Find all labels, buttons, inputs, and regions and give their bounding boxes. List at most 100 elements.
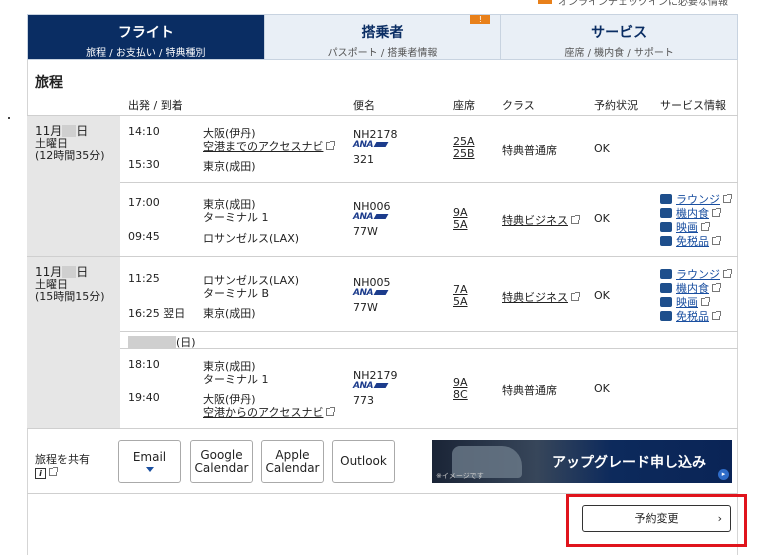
info-icon[interactable]: i: [35, 468, 46, 479]
dep-terminal: ターミナル B: [203, 287, 270, 300]
tab-service-sub: 座席 / 機内食 / サポート: [564, 48, 674, 59]
change-reservation-button[interactable]: 予約変更 ›: [582, 505, 731, 532]
external-link-icon: [571, 292, 580, 301]
google-label-1: Google: [200, 447, 243, 462]
dutyfree-icon: [660, 236, 672, 246]
dep-terminal: ターミナル 1: [203, 373, 269, 386]
dep-terminal: ターミナル 1: [203, 211, 269, 224]
arr-time: 16:25 翌日: [128, 307, 186, 320]
arr-time: 19:40: [128, 391, 160, 404]
dep-time: 11:25: [128, 272, 160, 285]
divider: [27, 256, 738, 257]
seat-link[interactable]: 5A: [453, 218, 468, 231]
booking-status: OK: [594, 289, 610, 302]
section-title: 旅程: [35, 75, 63, 91]
col-service: サービス情報: [660, 99, 726, 112]
tab-flight-title: フライト: [117, 25, 174, 41]
note-tag-icon: [538, 0, 552, 4]
col-flight: 便名: [353, 99, 375, 112]
col-class: クラス: [502, 99, 535, 112]
external-link-icon: [701, 297, 710, 306]
fare-class-text: 特典ビジネス: [502, 214, 568, 227]
dropdown-arrow-icon: [145, 467, 154, 472]
share-label: 旅程を共有: [35, 453, 90, 466]
ana-logo-icon: ANA: [353, 288, 389, 298]
seat-link[interactable]: 25B: [453, 147, 475, 160]
service-dutyfree-text: 免税品: [676, 310, 709, 323]
tab-passenger-sub: パスポート / 搭乗者情報: [327, 48, 438, 59]
ana-logo-icon: ANA: [353, 212, 389, 222]
google-label-2: Calendar: [194, 460, 249, 475]
seat-link[interactable]: 8C: [453, 388, 468, 401]
movie-icon: [660, 222, 672, 232]
arr-place: ロサンゼルス(LAX): [203, 232, 300, 245]
tab-service-title: サービス: [591, 25, 648, 41]
divider: [27, 115, 738, 116]
fare-class: 特典普通席: [502, 384, 557, 397]
divider: [120, 331, 738, 332]
external-link-icon: [326, 407, 336, 416]
redacted-date: [62, 266, 77, 278]
booking-status: OK: [594, 382, 610, 395]
divider: [27, 428, 738, 429]
upgrade-banner[interactable]: アップグレード申し込み ※イメージです ▸: [432, 440, 732, 483]
booking-status: OK: [594, 142, 610, 155]
airline-name: ANA: [353, 381, 373, 391]
alert-flag-icon: !: [470, 15, 491, 24]
redacted-date: [62, 125, 77, 137]
apple-label-1: Apple: [275, 447, 310, 462]
col-depart-arrive: 出発 / 到着: [128, 99, 183, 112]
day-1-suffix: 日: [76, 124, 89, 138]
aircraft: 77W: [353, 225, 378, 238]
chevron-right-icon: ›: [717, 512, 722, 525]
external-link-icon: [723, 194, 732, 203]
service-dutyfree-link[interactable]: 免税品: [660, 308, 721, 324]
tab-passenger-title: 搭乗者: [361, 25, 404, 41]
arr-place: 東京(成田): [203, 307, 256, 320]
main-tabs: フライト 旅程 / お支払い / 特典種別 ! 搭乗者 パスポート / 搭乗者情…: [27, 14, 738, 60]
meal-icon: [660, 208, 672, 218]
access-navi-link[interactable]: 空港までのアクセスナビ: [203, 138, 336, 154]
service-dutyfree-text: 免税品: [676, 235, 709, 248]
dep-time: 17:00: [128, 196, 160, 209]
tab-flight-sub: 旅程 / お支払い / 特典種別: [86, 48, 206, 59]
arr-time: 15:30: [128, 158, 160, 171]
divider: [120, 182, 738, 183]
airline-name: ANA: [353, 288, 373, 298]
tab-passenger[interactable]: ! 搭乗者 パスポート / 搭乗者情報: [264, 15, 502, 59]
online-checkin-note[interactable]: オンラインチェックインに必要な情報: [538, 0, 728, 8]
outlook-button[interactable]: Outlook: [332, 440, 395, 483]
lounge-icon: [660, 269, 672, 279]
day-2-month: 11月: [35, 265, 63, 279]
day-1-month: 11月: [35, 124, 63, 138]
external-link-icon: [49, 467, 58, 476]
fare-class-link[interactable]: 特典ビジネス: [502, 289, 580, 305]
booking-status: OK: [594, 212, 610, 225]
apple-label-2: Calendar: [265, 460, 320, 475]
aircraft: 77W: [353, 301, 378, 314]
arr-time: 09:45: [128, 230, 160, 243]
access-navi-link[interactable]: 空港からのアクセスナビ: [203, 404, 336, 420]
google-calendar-button[interactable]: Google Calendar: [190, 440, 253, 483]
tab-service[interactable]: サービス 座席 / 機内食 / サポート: [501, 15, 738, 59]
apple-calendar-button[interactable]: Apple Calendar: [261, 440, 324, 483]
online-checkin-note-text: オンラインチェックインに必要な情報: [558, 0, 728, 8]
day-2-info: 11月日 土曜日 (15時間15分): [35, 266, 105, 303]
service-dutyfree-link[interactable]: 免税品: [660, 233, 721, 249]
fare-class-link[interactable]: 特典ビジネス: [502, 212, 580, 228]
external-link-icon: [712, 311, 721, 320]
banner-note: ※イメージです: [436, 472, 484, 480]
email-share-button[interactable]: Email: [118, 440, 181, 483]
redacted-date: [128, 336, 176, 348]
seat-link[interactable]: 5A: [453, 295, 468, 308]
fare-class: 特典普通席: [502, 144, 557, 157]
access-navi-link-text: 空港までのアクセスナビ: [203, 140, 324, 153]
ana-logo-icon: ANA: [353, 381, 389, 391]
day-2-duration: (15時間15分): [35, 290, 105, 303]
tab-flight[interactable]: フライト 旅程 / お支払い / 特典種別: [28, 15, 265, 59]
chevron-right-icon: ▸: [718, 469, 729, 480]
airline-name: ANA: [353, 140, 373, 150]
lounge-icon: [660, 194, 672, 204]
access-navi-link-text: 空港からのアクセスナビ: [203, 406, 324, 419]
change-reservation-label: 予約変更: [634, 512, 679, 525]
